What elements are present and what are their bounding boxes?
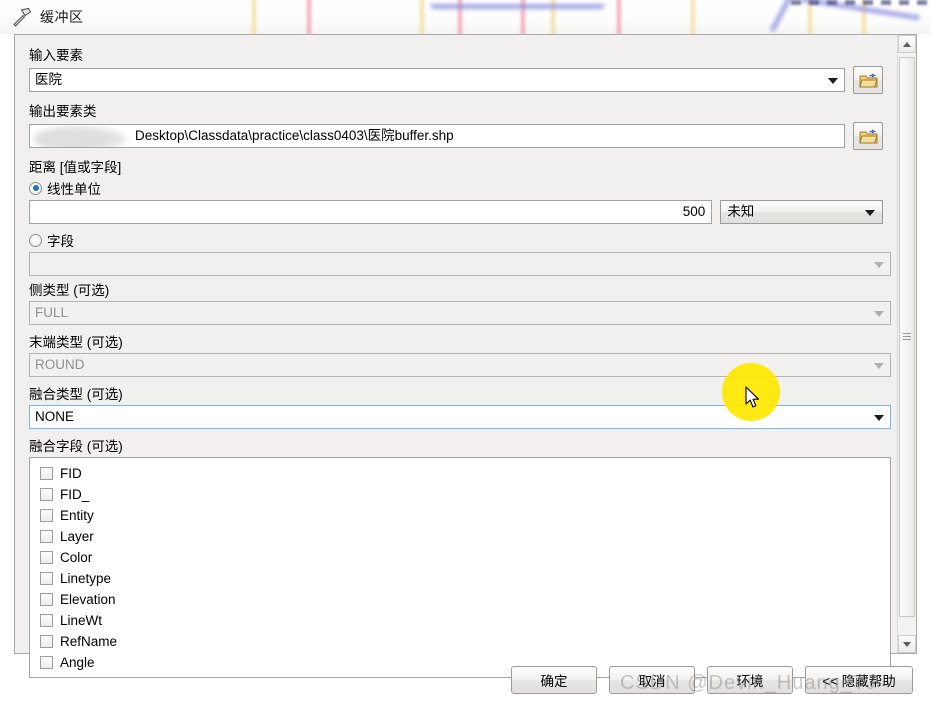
list-item[interactable]: Layer xyxy=(30,526,890,547)
distance-value-input[interactable]: 500 xyxy=(29,200,713,224)
side-type-row: 侧类型 (可选) FULL xyxy=(29,282,891,325)
side-type-value: FULL xyxy=(35,305,69,320)
chevron-down-icon[interactable] xyxy=(874,415,884,421)
chevron-down-icon[interactable] xyxy=(874,311,884,317)
end-type-label: 末端类型 (可选) xyxy=(29,335,123,350)
redacted-path-prefix xyxy=(34,126,126,147)
input-features-value: 医院 xyxy=(35,72,62,87)
list-item[interactable]: Color xyxy=(30,547,890,568)
scroll-up-button[interactable] xyxy=(898,35,916,53)
field-label: FID_ xyxy=(60,487,90,502)
field-label: Entity xyxy=(60,508,94,523)
chevron-down-icon[interactable] xyxy=(865,210,875,216)
field-label: FID xyxy=(60,466,82,481)
list-item[interactable]: LineWt xyxy=(30,610,890,631)
buffer-dialog: 缓冲区 输入要素 医院 输出要素类 Desktop\Classdata\prac… xyxy=(0,0,931,707)
ok-button[interactable]: 确定 xyxy=(511,666,597,694)
distance-label: 距离 [值或字段] xyxy=(29,160,122,175)
side-type-label: 侧类型 (可选) xyxy=(29,283,110,298)
field-checkbox[interactable] xyxy=(40,572,53,585)
input-features-row: 输入要素 医院 xyxy=(29,47,883,94)
list-item[interactable]: Elevation xyxy=(30,589,890,610)
field-radio-label: 字段 xyxy=(47,234,74,249)
field-label: RefName xyxy=(60,634,118,649)
hammer-tool-icon xyxy=(12,7,32,27)
dissolve-fields-label: 融合字段 (可选) xyxy=(29,439,123,454)
scroll-up-arrow-icon xyxy=(903,41,911,47)
field-label: Color xyxy=(60,550,93,565)
output-feature-class-row: 输出要素类 Desktop\Classdata\practice\class04… xyxy=(29,103,883,150)
list-item[interactable]: Entity xyxy=(30,505,890,526)
field-label: LineWt xyxy=(60,613,103,628)
list-item[interactable]: RefName xyxy=(30,631,890,652)
distance-unit-value: 未知 xyxy=(727,204,755,219)
list-item[interactable]: Linetype xyxy=(30,568,890,589)
field-label: Layer xyxy=(60,529,94,544)
linear-unit-label: 线性单位 xyxy=(47,182,101,197)
scrollbar-thumb[interactable] xyxy=(899,57,915,617)
scroll-down-arrow-icon xyxy=(903,641,911,647)
input-features-browse-button[interactable] xyxy=(853,66,883,94)
dissolve-type-value: NONE xyxy=(35,409,75,424)
list-item[interactable]: FID_ xyxy=(30,484,890,505)
field-label: Elevation xyxy=(60,592,116,607)
dialog-titlebar: 缓冲区 xyxy=(0,0,931,34)
field-checkbox[interactable] xyxy=(40,467,53,480)
field-radio-row[interactable]: 字段 xyxy=(29,230,883,250)
csdn-watermark: CSDN @Devin_Huang_TJ xyxy=(620,672,878,694)
scroll-down-button[interactable] xyxy=(898,635,916,653)
dialog-content-panel: 输入要素 医院 输出要素类 Desktop\Classdata\practice… xyxy=(14,34,917,678)
field-checkbox[interactable] xyxy=(40,509,53,522)
field-checkbox[interactable] xyxy=(40,593,53,606)
distance-value: 500 xyxy=(682,204,706,219)
field-radio[interactable] xyxy=(29,233,42,247)
distance-section: 距离 [值或字段] 线性单位 500 未知 字段 xyxy=(29,159,891,276)
chevron-down-icon[interactable] xyxy=(828,78,838,84)
panel-scrollbar[interactable] xyxy=(897,35,916,653)
linear-unit-radio[interactable] xyxy=(29,181,42,195)
list-item[interactable]: FID xyxy=(30,463,890,484)
field-checkbox[interactable] xyxy=(40,551,53,564)
dissolve-fields-row: 融合字段 (可选) FID FID_ Entity Layer Color Li… xyxy=(29,438,891,678)
scrollbar-grip-icon xyxy=(903,333,911,341)
dialog-form: 输入要素 医院 输出要素类 Desktop\Classdata\practice… xyxy=(15,35,897,678)
chevron-down-icon[interactable] xyxy=(874,262,884,268)
input-features-combo[interactable]: 医院 xyxy=(29,68,845,92)
field-checkbox[interactable] xyxy=(40,614,53,627)
chevron-down-icon[interactable] xyxy=(874,363,884,369)
side-type-combo[interactable]: FULL xyxy=(29,301,891,325)
open-folder-icon xyxy=(858,73,878,87)
output-feature-class-browse-button[interactable] xyxy=(853,122,883,150)
field-checkbox[interactable] xyxy=(40,488,53,501)
input-features-label: 输入要素 xyxy=(29,48,83,63)
end-type-value: ROUND xyxy=(35,357,85,372)
distance-unit-combo[interactable]: 未知 xyxy=(720,200,883,224)
dissolve-fields-listbox[interactable]: FID FID_ Entity Layer Color Linetype Ele… xyxy=(29,457,891,678)
distance-field-combo[interactable] xyxy=(29,252,891,276)
open-folder-icon xyxy=(858,129,878,143)
output-feature-class-label: 输出要素类 xyxy=(29,104,97,119)
output-feature-class-input[interactable]: Desktop\Classdata\practice\class0403\医院b… xyxy=(29,124,845,148)
mouse-pointer-icon xyxy=(745,386,760,408)
linear-unit-radio-row[interactable]: 线性单位 xyxy=(29,178,883,198)
field-label: Linetype xyxy=(60,571,112,586)
field-checkbox[interactable] xyxy=(40,635,53,648)
dialog-title: 缓冲区 xyxy=(40,9,84,25)
field-checkbox[interactable] xyxy=(40,530,53,543)
